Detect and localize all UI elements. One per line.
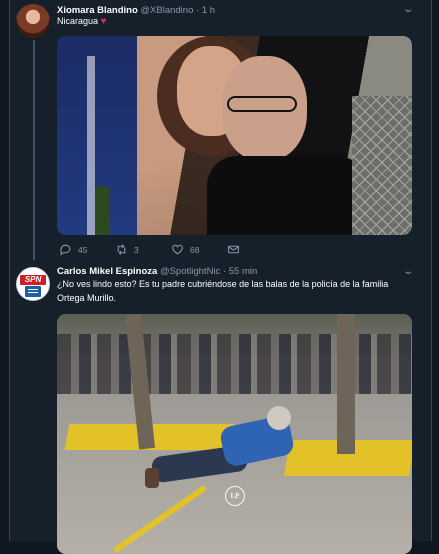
retweet-count: 3 [134, 244, 139, 255]
heart-icon [172, 244, 183, 255]
avatar[interactable] [16, 4, 50, 38]
retweet-icon [117, 244, 126, 255]
photo-crowd [57, 334, 412, 394]
author-name[interactable]: Carlos Mikel Espinoza [57, 266, 157, 277]
tweet-header: Carlos Mikel Espinoza @SpotlightNic · 55… [57, 266, 257, 277]
avatar-logo-text: SPN [20, 275, 46, 285]
photo-shirt [207, 156, 367, 235]
author-handle[interactable]: @SpotlightNic [160, 266, 220, 277]
photo-fence [352, 96, 412, 235]
photo-tree-trunk [337, 314, 355, 454]
chevron-down-icon[interactable]: ⌄ [402, 266, 414, 277]
man-head [267, 406, 291, 430]
newspaper-icon [25, 286, 41, 297]
photo-bottle [95, 186, 109, 235]
man-shoe [145, 468, 159, 488]
watermark-logo: LP [225, 486, 245, 506]
tweet-photo[interactable]: LP [57, 314, 412, 554]
like-count: 68 [190, 244, 200, 255]
tweet-actions: 45 3 68 [57, 243, 317, 259]
reply-button[interactable]: 45 [59, 243, 87, 256]
photo-stripe [87, 56, 95, 235]
reply-count: 45 [78, 244, 88, 255]
tweet-timestamp[interactable]: 55 min [229, 266, 258, 277]
tweet-text-body: ¿No ves lindo esto? Es tu padre cubriénd… [57, 279, 389, 303]
heart-emoji-icon: ♥ [100, 16, 107, 27]
photo-glasses [227, 96, 297, 112]
tweet-text-body: Nicaragua [57, 16, 99, 26]
tweet-photo[interactable] [57, 36, 412, 235]
reply-icon [60, 244, 71, 256]
like-button[interactable]: 68 [171, 243, 199, 256]
separator-dot: · [222, 266, 227, 277]
chevron-down-icon[interactable]: ⌄ [402, 4, 414, 15]
retweet-button[interactable]: 3 [115, 243, 139, 256]
thread-connector-line [33, 40, 35, 260]
photo-man-lying [117, 406, 317, 501]
tweet-text: Nicaragua ♥ [57, 15, 407, 29]
avatar[interactable]: SPN [16, 267, 50, 301]
envelope-icon [228, 245, 239, 254]
direct-message-button[interactable] [227, 243, 246, 256]
